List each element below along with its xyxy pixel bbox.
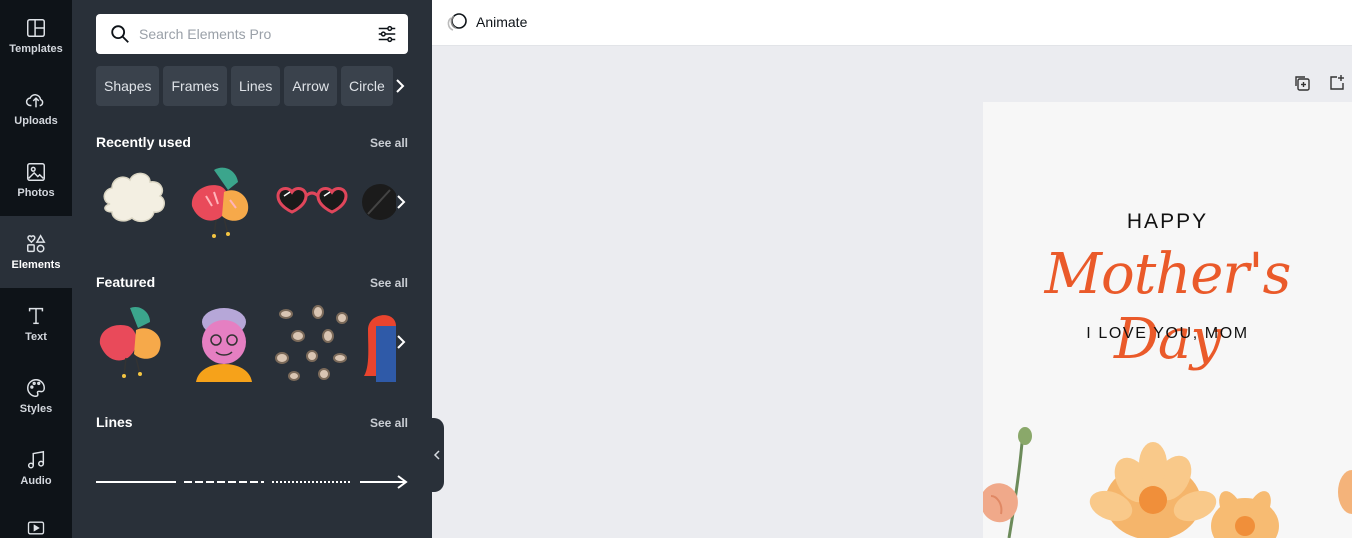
search-input[interactable] — [139, 26, 359, 42]
templates-icon — [27, 19, 45, 37]
chip-shapes[interactable]: Shapes — [96, 66, 160, 106]
rail-item-audio[interactable]: Audio — [0, 432, 72, 504]
left-rail: Templates Uploads Photos Elements Text S… — [0, 0, 72, 538]
image-icon — [27, 163, 45, 181]
search-icon — [111, 25, 129, 43]
rail-item-styles[interactable]: Styles — [0, 360, 72, 432]
see-all-lines[interactable]: See all — [370, 416, 408, 430]
chip-circle[interactable]: Circle — [340, 66, 393, 106]
add-page-icon[interactable] — [1328, 74, 1346, 92]
music-note-icon — [27, 450, 45, 469]
flower-bouquet-thumb[interactable] — [96, 302, 176, 382]
elements-panel: ShapesFramesLinesArrowCircle Recently us… — [72, 0, 432, 538]
section-title-featured: Featured — [96, 274, 156, 290]
flower-bouquet-thumb[interactable] — [184, 162, 264, 242]
category-chips: Shapes Frames Lines Arrow Circle — [96, 66, 408, 106]
rail-label: Elements — [11, 259, 61, 271]
rail-label: Templates — [9, 43, 63, 55]
rail-label: Audio — [20, 475, 52, 487]
animate-icon — [447, 13, 467, 31]
editor-top-bar: Animate — [432, 0, 1352, 46]
animate-button[interactable]: Animate — [442, 6, 535, 38]
section-title-lines: Lines — [96, 414, 133, 430]
chip-lines[interactable]: Lines — [230, 66, 281, 106]
woman-portrait-thumb[interactable] — [360, 302, 396, 382]
see-all-recent[interactable]: See all — [370, 136, 408, 150]
grandma-illustration-thumb[interactable] — [184, 302, 264, 382]
rail-item-templates[interactable]: Templates — [0, 0, 72, 72]
collapse-panel-handle[interactable] — [430, 418, 444, 492]
chevron-left-icon — [433, 450, 440, 460]
rail-item-elements[interactable]: Elements — [0, 216, 72, 288]
see-all-featured[interactable]: See all — [370, 276, 408, 290]
rail-item-photos[interactable]: Photos — [0, 144, 72, 216]
chevron-right-icon[interactable] — [392, 78, 408, 94]
palette-icon — [27, 379, 45, 397]
chevron-right-icon[interactable] — [394, 195, 408, 209]
rail-item-uploads[interactable]: Uploads — [0, 72, 72, 144]
dark-circle-thumb[interactable] — [360, 162, 396, 242]
chevron-right-icon[interactable] — [394, 335, 408, 349]
arrow-line-thumb[interactable] — [360, 475, 408, 489]
chip-arrow[interactable]: Arrow — [284, 66, 337, 106]
flowers-photo[interactable] — [983, 422, 1352, 538]
line-samples-row — [96, 475, 408, 489]
happy-text[interactable]: HAPPY — [983, 210, 1352, 234]
leopard-spots-thumb[interactable] — [272, 302, 352, 382]
duplicate-page-icon[interactable] — [1293, 74, 1311, 92]
rail-item-text[interactable]: Text — [0, 288, 72, 360]
subline-text[interactable]: I LOVE YOU, MOM — [983, 325, 1352, 343]
design-page[interactable]: HAPPY Mother's Day I LOVE YOU, MOM — [983, 102, 1352, 538]
rail-label: Styles — [19, 403, 53, 415]
headline-script-text[interactable]: Mother's Day — [983, 242, 1352, 372]
rail-label: Text — [25, 331, 47, 343]
shapes-icon — [27, 234, 46, 253]
cloud-upload-icon — [25, 94, 44, 108]
chip-frames[interactable]: Frames — [163, 66, 227, 106]
search-box[interactable] — [96, 14, 408, 54]
rail-label: Uploads — [14, 115, 58, 127]
video-icon — [27, 521, 45, 535]
animate-label: Animate — [476, 14, 528, 30]
cloud-sticker-thumb[interactable] — [96, 162, 176, 242]
text-icon — [28, 307, 44, 325]
section-title-recent: Recently used — [96, 134, 191, 150]
rail-item-video[interactable] — [0, 504, 72, 538]
rail-label: Photos — [17, 187, 55, 199]
heart-sunglasses-thumb[interactable] — [272, 162, 352, 242]
filter-icon[interactable] — [376, 23, 398, 45]
